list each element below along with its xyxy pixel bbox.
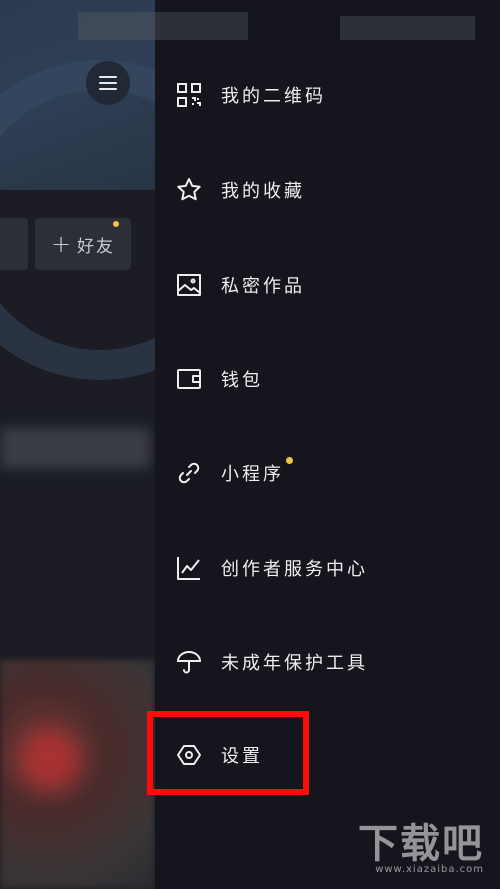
menu-item-qr-code[interactable]: 我的二维码 [155, 65, 500, 125]
notification-dot [113, 221, 119, 227]
menu-item-label: 钱包 [221, 370, 263, 391]
status-bar [0, 0, 500, 50]
star-icon [175, 176, 203, 204]
menu-item-label: 我的二维码 [221, 86, 326, 107]
watermark-brand: 下载吧 [358, 821, 484, 867]
menu-item-label: 创作者服务中心 [221, 559, 368, 580]
menu-item-label: 未成年保护工具 [221, 653, 368, 674]
menu-item-private-works[interactable]: 私密作品 [155, 255, 500, 315]
blurred-status-indicators [340, 16, 475, 40]
profile-background-pane: + 好友 [0, 0, 155, 889]
menu-item-minor-protection[interactable]: 未成年保护工具 [155, 632, 500, 692]
watermark-domain: www.xiazaiba.com [375, 864, 484, 875]
menu-item-wallet[interactable]: 钱包 [155, 349, 500, 409]
site-watermark: 下载吧 www.xiazaiba.com [358, 824, 484, 875]
edit-profile-button[interactable] [0, 218, 28, 270]
link-icon [175, 459, 203, 487]
blurred-status-info [78, 12, 248, 40]
menu-item-creator-center[interactable]: 创作者服务中心 [155, 538, 500, 598]
menu-item-label: 小程序 [221, 464, 284, 485]
umbrella-icon [175, 648, 203, 676]
hamburger-icon [99, 76, 117, 90]
menu-item-label: 我的收藏 [221, 181, 305, 202]
menu-button[interactable] [86, 61, 130, 105]
wallet-icon [175, 365, 203, 393]
menu-item-mini-programs[interactable]: 小程序 [155, 443, 500, 503]
menu-item-label: 私密作品 [221, 276, 305, 297]
plus-icon: + [50, 230, 74, 258]
settings-highlight-annotation [147, 711, 309, 795]
image-icon [175, 271, 203, 299]
add-friend-label: 好友 [77, 236, 116, 257]
menu-item-favorites[interactable]: 我的收藏 [155, 160, 500, 220]
blurred-profile-text [0, 428, 150, 468]
chart-icon [175, 554, 203, 582]
qr-code-icon [175, 81, 203, 109]
new-badge-dot [286, 457, 293, 464]
